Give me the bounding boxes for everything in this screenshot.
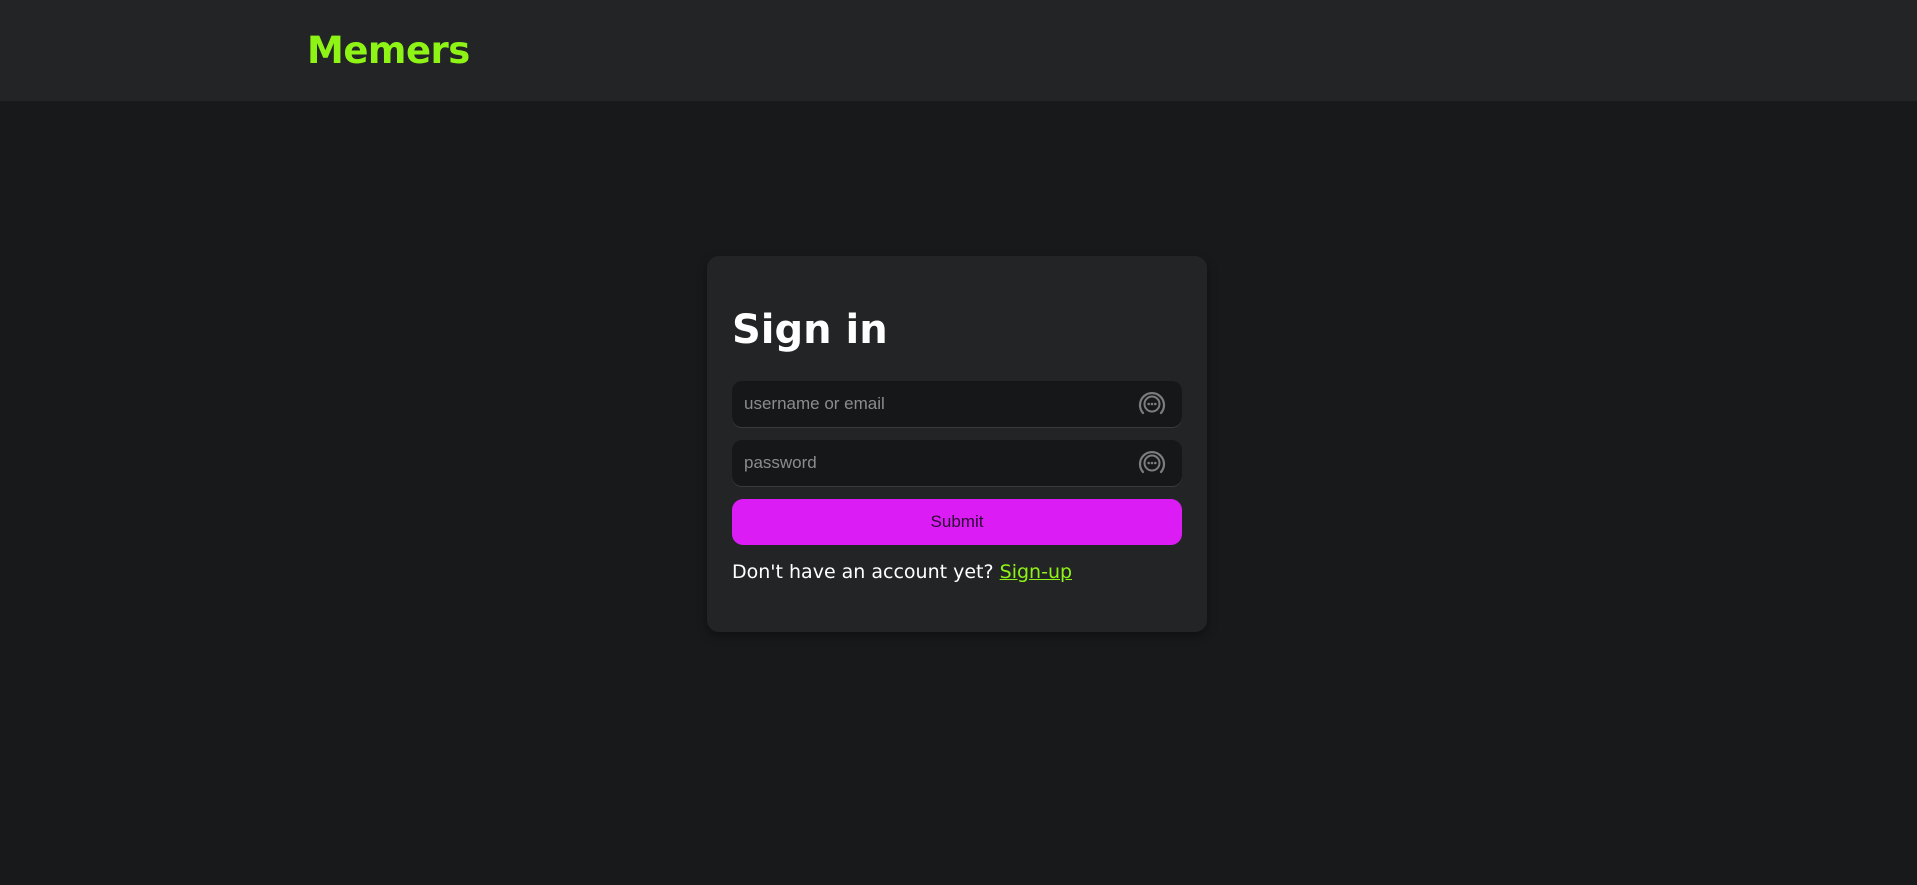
signup-prompt: Don't have an account yet? Sign-up bbox=[732, 559, 1072, 585]
signin-title: Sign in bbox=[732, 307, 888, 353]
password-manager-icon[interactable] bbox=[1136, 447, 1168, 479]
username-input[interactable] bbox=[732, 381, 1134, 427]
brand-logo[interactable]: Memers bbox=[307, 28, 470, 74]
top-navbar: Memers bbox=[0, 0, 1917, 101]
password-input[interactable] bbox=[732, 440, 1134, 486]
signup-link[interactable]: Sign-up bbox=[1000, 561, 1072, 583]
submit-button[interactable]: Submit bbox=[732, 499, 1182, 545]
password-manager-icon[interactable] bbox=[1136, 388, 1168, 420]
signin-card: Sign in Submit Don't have an account yet… bbox=[707, 256, 1207, 632]
no-account-text: Don't have an account yet? bbox=[732, 561, 994, 583]
password-field-wrapper bbox=[732, 440, 1182, 486]
username-field-wrapper bbox=[732, 381, 1182, 427]
